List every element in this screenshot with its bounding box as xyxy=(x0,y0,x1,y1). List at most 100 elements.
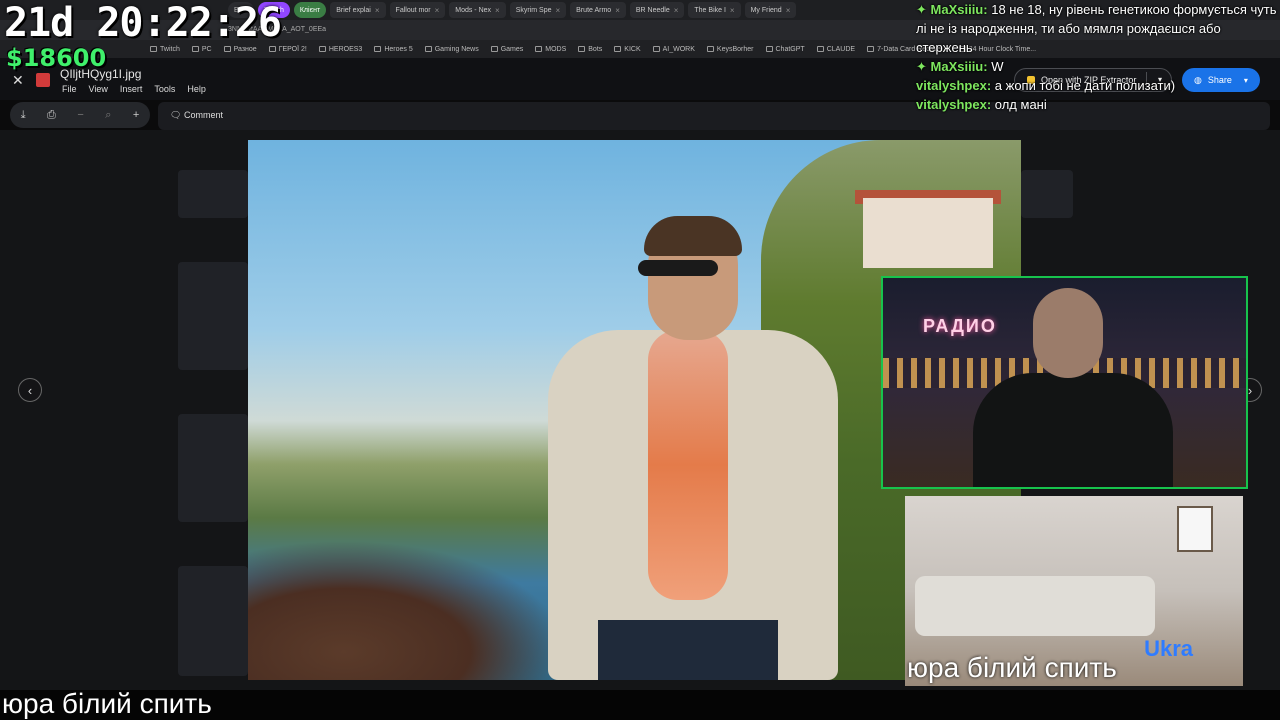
chat-message: ✦ MaXsiiiu: 18 не 18, ну рівень генетико… xyxy=(916,0,1280,57)
bookmark-label: Heroes 5 xyxy=(384,45,413,53)
tab-needle[interactable]: BR Needle × xyxy=(629,2,685,18)
folder-icon xyxy=(867,46,875,52)
tab-label: Brute Armo xyxy=(576,6,612,14)
tab-skyrim[interactable]: Skyrim Spe × xyxy=(509,2,567,18)
bookmark-item[interactable]: ChatGPT xyxy=(765,45,805,53)
chat-username[interactable]: vitalyshpex: xyxy=(916,78,991,93)
previous-arrow-icon[interactable]: ‹ xyxy=(18,378,42,402)
close-tab-icon[interactable]: × xyxy=(556,6,561,15)
bookmark-item[interactable]: HEROES3 xyxy=(318,45,363,53)
tab-client[interactable]: Клієнт xyxy=(293,2,327,18)
bookmark-item[interactable]: Heroes 5 xyxy=(374,45,413,53)
tab-friend[interactable]: My Friend × xyxy=(744,2,797,18)
zoom-out-icon[interactable]: − xyxy=(77,109,83,121)
tab-mods[interactable]: Mods - Nex × xyxy=(449,2,506,18)
chat-message: ✦ MaXsiiiu: W xyxy=(916,57,1280,76)
tab-fallout[interactable]: Fallout mor × xyxy=(389,2,446,18)
close-icon[interactable]: ✕ xyxy=(12,72,24,89)
close-tab-icon[interactable]: × xyxy=(674,6,679,15)
folder-icon xyxy=(652,46,660,52)
bookmark-label: Twitch xyxy=(160,45,180,53)
menu-view[interactable]: View xyxy=(89,84,108,94)
folder-icon xyxy=(535,46,543,52)
photo-jeans xyxy=(598,620,778,680)
close-tab-icon[interactable]: × xyxy=(495,6,500,15)
bookmark-item[interactable]: Twitch xyxy=(150,46,180,53)
chat-username[interactable]: MaXsiiiu: xyxy=(931,2,988,17)
tab-label: BR Needle xyxy=(635,6,670,14)
file-thumbnail xyxy=(178,170,248,218)
bookmark-label: AI_WORK xyxy=(662,45,695,53)
folder-icon xyxy=(490,46,498,52)
bookmark-label: ChatGPT xyxy=(775,45,805,53)
photo-rocks xyxy=(248,540,568,680)
photo-person xyxy=(538,216,838,680)
neon-sign: РАДИО xyxy=(923,316,997,336)
bookmark-item[interactable]: MODS xyxy=(535,46,566,53)
tab-bike[interactable]: The Bike I × xyxy=(688,2,741,18)
zoom-icon[interactable]: ⌕ xyxy=(105,109,111,122)
folder-icon xyxy=(765,46,773,52)
tab-label: The Bike I xyxy=(694,6,726,14)
zoom-in-icon[interactable]: + xyxy=(133,109,139,121)
channel-logo: Ukra xyxy=(1144,636,1193,661)
chat-text: олд мані xyxy=(994,97,1047,112)
bookmark-label: KeysBorher xyxy=(716,45,754,53)
comment-button[interactable]: 🗨 Comment xyxy=(170,110,223,120)
bookmark-item[interactable]: CLAUDE xyxy=(816,45,856,53)
menu-insert[interactable]: Insert xyxy=(120,84,143,94)
bookmark-label: Gaming News xyxy=(434,45,479,53)
bookmark-label: HEROES3 xyxy=(328,45,363,53)
bookmark-item[interactable]: ГЕРОЇ 2! xyxy=(268,45,307,53)
sparkle-icon: ✦ xyxy=(916,2,931,17)
file-thumbnail xyxy=(1021,170,1073,218)
bookmark-item[interactable]: Bots xyxy=(578,46,602,53)
folder-icon xyxy=(191,46,199,52)
bookmark-label: CLAUDE xyxy=(826,45,856,53)
chat-username[interactable]: vitalyshpex: xyxy=(916,97,991,112)
tab-label: Fallout mor xyxy=(395,6,431,14)
viewer-menu: File View Insert Tools Help xyxy=(62,84,206,94)
tab-label: Клієнт xyxy=(299,6,321,14)
bookmark-label: Bots xyxy=(588,45,603,53)
comment-label: Comment xyxy=(183,110,223,120)
bookmark-label: Games xyxy=(500,45,524,53)
bookmark-label: PC xyxy=(201,45,212,53)
bookmark-item[interactable]: PC xyxy=(191,45,212,53)
bookmark-item[interactable]: Gaming News xyxy=(424,45,479,53)
folder-icon xyxy=(578,46,586,52)
bookmark-item[interactable]: Разное xyxy=(223,46,257,53)
tab-brute[interactable]: Brute Armo × xyxy=(570,2,626,18)
print-icon[interactable]: ⎙ xyxy=(47,109,56,122)
room-window xyxy=(1177,506,1213,552)
bookmark-label: KICK xyxy=(624,45,641,53)
menu-help[interactable]: Help xyxy=(187,84,206,94)
chat-text: а жопи тобі не дати полизати) xyxy=(994,78,1176,93)
bookmark-item[interactable]: Games xyxy=(490,45,524,53)
stream-timer: 21d 20:22:26 xyxy=(4,0,282,46)
streamer-webcam: РАДИО xyxy=(881,276,1248,489)
streamer-body xyxy=(973,373,1173,487)
close-tab-icon[interactable]: × xyxy=(435,6,440,15)
bookmark-item[interactable]: KICK xyxy=(614,45,641,53)
close-tab-icon[interactable]: × xyxy=(615,6,620,15)
tab-label: Mods - Nex xyxy=(455,6,492,14)
image-file-icon xyxy=(36,73,50,87)
chat-username[interactable]: MaXsiiiu: xyxy=(931,59,988,74)
bookmark-item[interactable]: KeysBorher xyxy=(706,45,754,53)
menu-tools[interactable]: Tools xyxy=(154,84,175,94)
bookmark-label: ГЕРОЇ 2! xyxy=(278,45,307,53)
folder-icon xyxy=(706,46,714,52)
file-thumbnail xyxy=(178,414,248,522)
close-tab-icon[interactable]: × xyxy=(375,6,380,15)
menu-file[interactable]: File xyxy=(62,84,77,94)
close-tab-icon[interactable]: × xyxy=(730,6,735,15)
tab-brief[interactable]: Brief explai × xyxy=(330,2,386,18)
bookmark-item[interactable]: AI_WORK xyxy=(652,45,695,53)
download-icon[interactable]: ⤓ xyxy=(21,109,26,122)
bookmark-label: MODS xyxy=(545,45,567,53)
close-tab-icon[interactable]: × xyxy=(786,6,791,15)
photo-hair xyxy=(644,216,742,256)
room-webcam: Ukra юра білий спить xyxy=(905,496,1243,686)
viewer-toolbar: ⤓ ⎙ − ⌕ + xyxy=(10,102,150,128)
